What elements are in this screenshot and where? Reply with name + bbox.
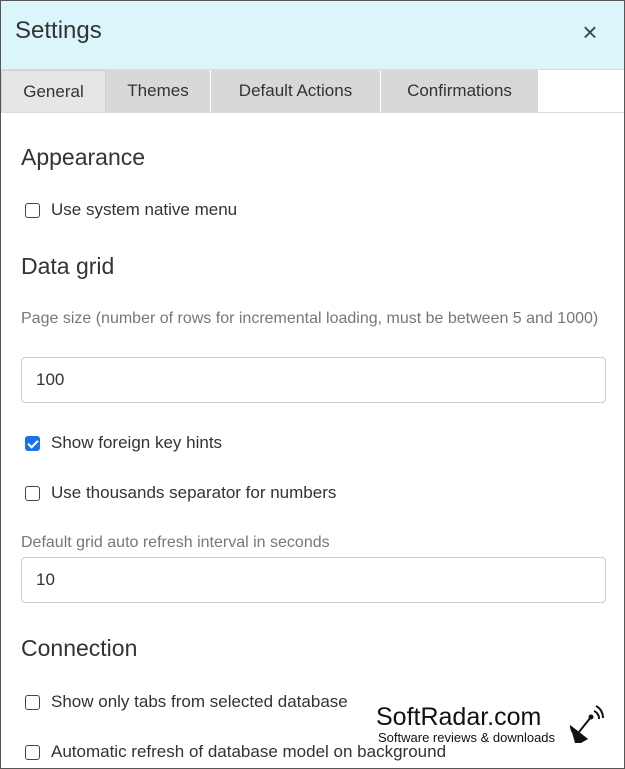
watermark-subtitle: Software reviews & downloads bbox=[378, 730, 556, 745]
tab-default-actions[interactable]: Default Actions bbox=[211, 70, 381, 112]
native-menu-option[interactable]: Use system native menu bbox=[25, 199, 237, 221]
watermark-title: SoftRadar.com bbox=[376, 703, 542, 731]
connection-heading: Connection bbox=[21, 635, 138, 661]
selected-db-tabs-option[interactable]: Show only tabs from selected database bbox=[25, 691, 348, 713]
settings-dialog: Settings × General Themes Default Action… bbox=[0, 0, 625, 769]
selected-db-tabs-label: Show only tabs from selected database bbox=[51, 692, 348, 711]
dialog-titlebar: Settings × bbox=[1, 1, 624, 70]
tab-strip-filler bbox=[539, 70, 624, 112]
tab-confirmations[interactable]: Confirmations bbox=[381, 70, 539, 112]
auto-refresh-model-checkbox[interactable] bbox=[25, 744, 40, 760]
softradar-watermark: SoftRadar.com Software reviews & downloa… bbox=[376, 703, 606, 748]
close-icon[interactable]: × bbox=[578, 19, 602, 45]
dialog-title: Settings bbox=[15, 17, 102, 44]
refresh-interval-label: Default grid auto refresh interval in se… bbox=[21, 534, 330, 551]
satellite-dish-icon bbox=[569, 705, 604, 743]
tab-themes[interactable]: Themes bbox=[106, 70, 211, 112]
page-size-label: Page size (number of rows for incrementa… bbox=[21, 310, 599, 327]
foreign-key-hints-label: Show foreign key hints bbox=[51, 433, 223, 452]
thousands-separator-checkbox[interactable] bbox=[25, 485, 40, 501]
foreign-key-hints-option[interactable]: Show foreign key hints bbox=[25, 432, 222, 454]
refresh-interval-input[interactable]: 10 bbox=[21, 557, 606, 603]
settings-tabs: General Themes Default Actions Confirmat… bbox=[1, 70, 624, 113]
native-menu-checkbox[interactable] bbox=[25, 202, 40, 218]
thousands-separator-option[interactable]: Use thousands separator for numbers bbox=[25, 482, 336, 504]
native-menu-label: Use system native menu bbox=[51, 200, 238, 219]
foreign-key-hints-checkbox[interactable] bbox=[25, 435, 40, 451]
appearance-heading: Appearance bbox=[21, 144, 146, 170]
tab-general[interactable]: General bbox=[1, 70, 106, 112]
selected-db-tabs-checkbox[interactable] bbox=[25, 694, 40, 710]
data-grid-heading: Data grid bbox=[21, 253, 115, 279]
page-size-input[interactable]: 100 bbox=[21, 357, 606, 403]
thousands-separator-label: Use thousands separator for numbers bbox=[51, 483, 337, 502]
